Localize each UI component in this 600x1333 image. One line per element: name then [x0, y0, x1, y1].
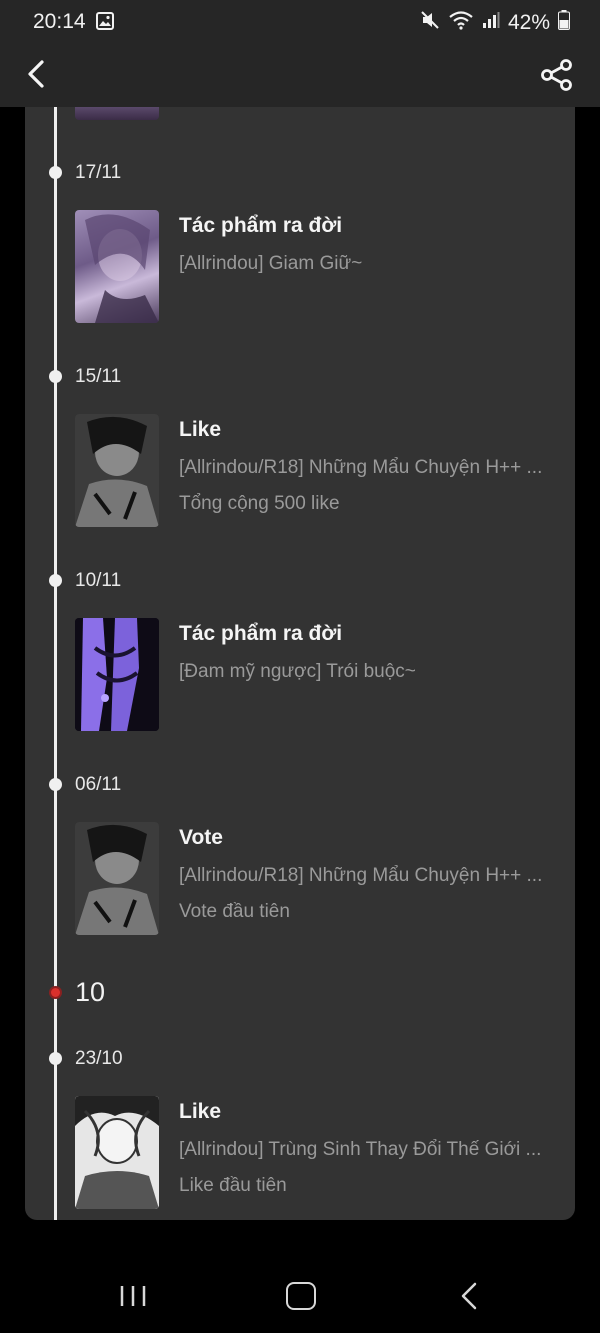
timeline-detail: Like đầu tiên [179, 1175, 287, 1196]
timeline-date: 06/11 [75, 774, 122, 795]
timeline-title: Like [179, 1100, 222, 1123]
cover-thumbnail[interactable] [75, 822, 159, 935]
timeline-date: 17/11 [75, 162, 122, 183]
recent-apps-button[interactable] [118, 1284, 148, 1313]
cover-thumbnail[interactable] [75, 1096, 159, 1209]
cover-thumbnail[interactable] [75, 618, 159, 731]
recent-apps-icon [120, 1286, 146, 1306]
timeline-detail: Tổng cộng 500 like [179, 493, 340, 514]
mute-icon [420, 10, 440, 36]
image-icon [96, 12, 114, 36]
wifi-icon [448, 10, 474, 36]
timeline-date: 15/11 [75, 366, 122, 387]
signal-icon [482, 11, 500, 35]
timeline-work: [Allrindou] Giam Giữ~ [179, 253, 363, 274]
status-time: 20:14 [33, 10, 86, 33]
timeline-work: [Allrindou/R18] Những Mẩu Chuyện H++ ... [179, 865, 543, 886]
cover-thumbnail[interactable] [75, 107, 159, 120]
timeline-dot [49, 370, 62, 383]
status-bar: 20:14 42% [0, 0, 600, 44]
timeline-dot [49, 1052, 62, 1065]
timeline-work: [Allrindou] Trùng Sinh Thay Đổi Thế Giới… [179, 1139, 542, 1160]
timeline-date: 10/11 [75, 570, 122, 591]
battery-icon [558, 10, 570, 36]
month-label: 10 [75, 977, 106, 1007]
system-nav-bar [0, 1240, 600, 1333]
back-button[interactable] [22, 58, 54, 90]
cover-thumbnail[interactable] [75, 210, 159, 323]
timeline-dot [49, 166, 62, 179]
timeline-title: Tác phẩm ra đời [179, 214, 343, 237]
cover-thumbnail[interactable] [75, 414, 159, 527]
month-dot [51, 988, 60, 997]
timeline-title: Like [179, 418, 222, 441]
timeline-date: 23/10 [75, 1048, 123, 1069]
timeline-work: [Đam mỹ ngược] Trói buộc~ [179, 661, 416, 682]
share-button[interactable] [540, 58, 574, 92]
back-arrow-icon [461, 1282, 477, 1310]
timeline-dot [49, 574, 62, 587]
app-bar [0, 44, 600, 107]
timeline-detail: Vote đầu tiên [179, 901, 290, 922]
share-icon [541, 59, 572, 91]
timeline-dot [49, 778, 62, 791]
timeline-panel[interactable]: 17/11 Tác phẩm ra đời [Allrindou] Giam G… [25, 107, 575, 1220]
timeline-title: Tác phẩm ra đời [179, 622, 343, 645]
timeline-title: Vote [179, 826, 223, 849]
timeline-work: [Allrindou/R18] Những Mẩu Chuyện H++ ... [179, 457, 543, 478]
nav-back-button[interactable] [460, 1282, 478, 1315]
home-button[interactable] [286, 1282, 316, 1310]
battery-text: 42% [507, 11, 550, 34]
chevron-left-icon [28, 60, 44, 88]
